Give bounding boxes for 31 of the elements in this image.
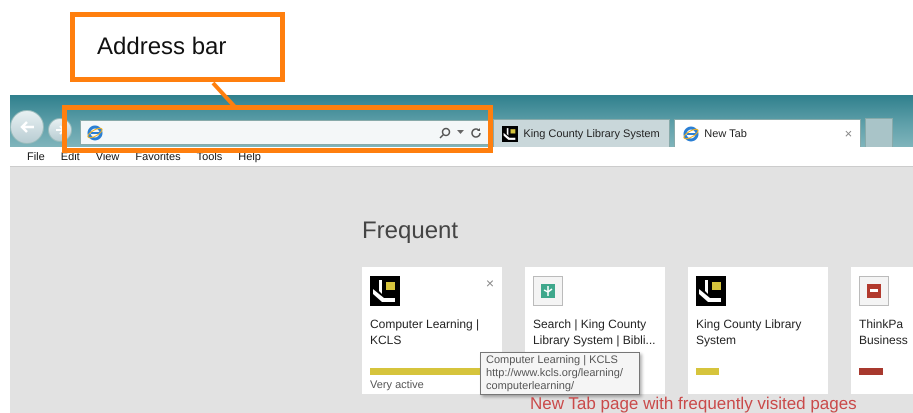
tile-title: Search | King County Library System | Bibli... — [533, 316, 656, 348]
tile-title: Computer Learning | KCLS — [370, 316, 480, 348]
address-field[interactable] — [80, 120, 490, 145]
browser-tab[interactable]: King County Library System — [493, 119, 670, 147]
section-heading: Frequent — [362, 217, 460, 246]
callout-label: Address bar — [70, 12, 285, 82]
dropdown-icon[interactable] — [457, 130, 464, 135]
menu-item[interactable]: Help — [238, 150, 261, 162]
browser-tab[interactable]: New Tab × — [674, 119, 862, 147]
menu-item[interactable]: File — [27, 150, 45, 162]
logo-icon — [370, 276, 400, 306]
close-icon[interactable]: × — [486, 275, 494, 291]
arrow-icon — [55, 125, 65, 135]
close-icon[interactable]: × — [844, 126, 852, 141]
tile-title: King County Library System — [696, 316, 802, 348]
caption: New Tab page with frequently visited pages — [530, 395, 857, 413]
logo-icon — [696, 276, 726, 306]
logo-icon — [502, 126, 518, 142]
site-icon — [859, 276, 889, 306]
site-tile[interactable]: ThinkPa Business — [851, 267, 913, 394]
tile-title: ThinkPa Business — [859, 316, 909, 348]
browser-icon — [683, 126, 700, 142]
browser-icon — [87, 124, 103, 140]
site-tile[interactable]: King County Library System — [688, 267, 828, 394]
menu-item[interactable]: View — [96, 150, 120, 162]
leaf-icon — [533, 276, 563, 306]
search-icon[interactable] — [439, 126, 452, 138]
menu-item[interactable]: Favorites — [135, 150, 181, 162]
back-button[interactable] — [10, 110, 44, 144]
arrow-icon — [19, 120, 35, 134]
refresh-icon[interactable] — [470, 126, 482, 138]
